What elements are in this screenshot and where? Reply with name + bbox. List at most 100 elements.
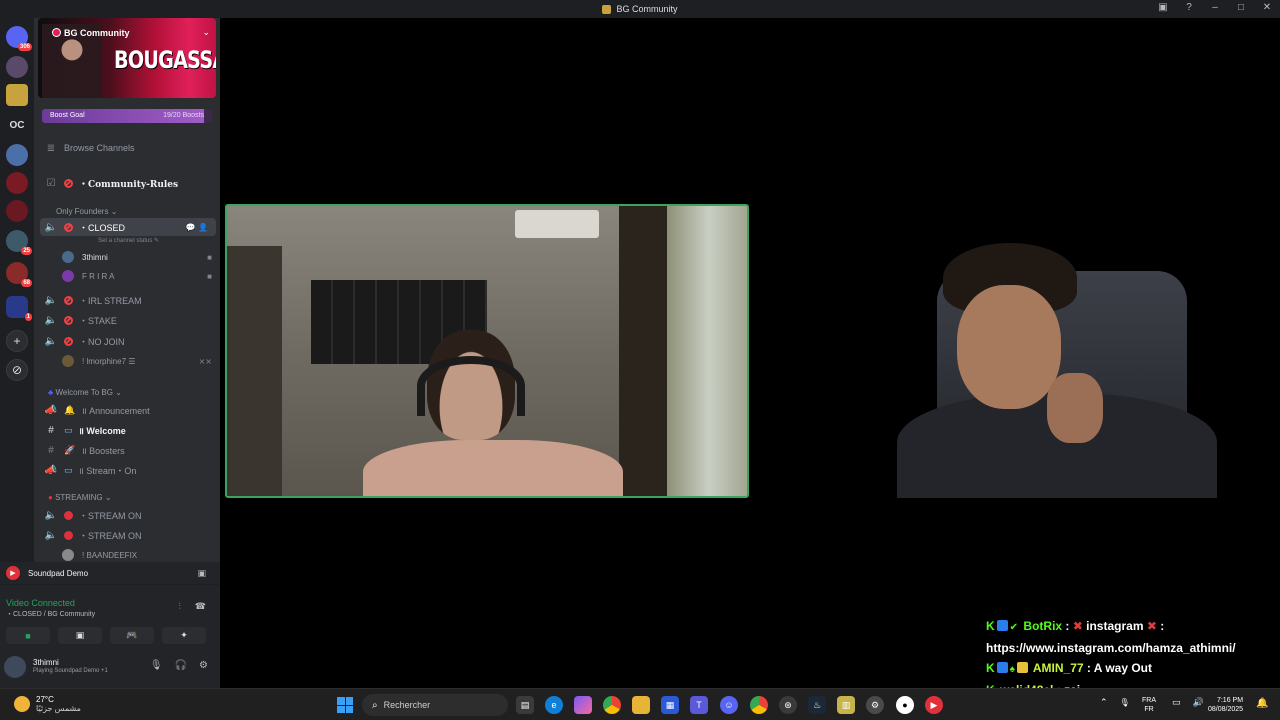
chat-message: K ✔ BotRix : ✖ instagram ✖ : — [986, 616, 1276, 638]
kick-badge-icon: K — [986, 619, 995, 633]
rocket-icon: 🚀 — [64, 444, 76, 455]
speaker-icon: 🔈 — [44, 221, 58, 233]
volume-icon[interactable]: 🔊 — [1193, 697, 1204, 708]
microphone-icon[interactable]: 🎙 — [1120, 698, 1130, 707]
camera-button[interactable]: ■ — [6, 627, 50, 644]
gear-icon[interactable]: ⚙ — [199, 660, 208, 671]
voice-status[interactable]: Video Connected — [6, 598, 75, 608]
server-icon[interactable] — [6, 172, 28, 194]
voice-member[interactable]: 3thimni ■ — [62, 248, 212, 266]
file-explorer-icon[interactable] — [632, 696, 650, 714]
edge-icon[interactable]: e — [545, 696, 563, 714]
soundboard-button[interactable]: ✦ — [162, 627, 206, 644]
microphone-icon[interactable]: 🎙 — [150, 660, 163, 671]
discover-icon[interactable]: ⊘ — [6, 359, 28, 381]
disconnect-icon[interactable]: ☎ — [195, 601, 206, 612]
soundpad-activity-bar[interactable]: ▶ Soundpad Demo ▣ — [0, 562, 220, 584]
voice-channel-link[interactable]: ・CLOSED / BG Community — [6, 609, 95, 619]
chrome-icon[interactable] — [603, 696, 621, 714]
boost-goal-label: Boost Goal — [50, 112, 85, 119]
close-button[interactable]: ✕ — [1260, 2, 1274, 13]
window-title-group: BG Community — [602, 4, 678, 14]
chevron-down-icon[interactable]: ⌄ — [202, 27, 210, 38]
voice-member[interactable]: ! lmorphine7 ☰ ⨯⨯ — [62, 352, 212, 370]
voice-channel-stake[interactable]: 🔈 ・STAKE — [34, 311, 220, 329]
store-icon[interactable]: ▦ — [661, 696, 679, 714]
voice-channel-closed[interactable]: 🔈 ・CLOSED 💬 👤 — [40, 218, 216, 236]
windows-start-icon[interactable] — [337, 697, 353, 713]
server-banner[interactable]: BG Community ⌄ BOUGASSAA — [38, 18, 216, 98]
network-icon[interactable]: ▭ — [1172, 697, 1181, 708]
no-entry-icon — [64, 315, 73, 325]
task-view-icon[interactable]: ▤ — [516, 696, 534, 714]
activities-button[interactable]: 🎮 — [110, 627, 154, 644]
add-server-icon[interactable]: + — [6, 330, 28, 352]
maximize-button[interactable]: □ — [1234, 2, 1248, 13]
screen-share-icon[interactable]: ▣ — [197, 568, 206, 579]
avatar — [62, 251, 74, 263]
browse-channels[interactable]: ≣ Browse Channels — [34, 139, 220, 157]
camera-icon: ■ — [207, 252, 212, 262]
unread-badge: 1 — [24, 313, 32, 321]
taskbar-clock[interactable]: 7:16 PM 08/08/2025 — [1208, 696, 1243, 714]
channel-announcement[interactable]: 📣 🔔 ॥ Announcement — [34, 401, 220, 419]
channel-welcome[interactable]: # ▭ ॥ Welcome — [34, 421, 220, 439]
announcement-icon: 📣 — [44, 464, 58, 476]
taskbar-search[interactable]: ⌕ Rechercher — [362, 694, 508, 716]
voice-channel-stream-on[interactable]: 🔈 ・STREAM ON — [34, 526, 220, 544]
hash-icon: # — [48, 444, 54, 456]
chevron-up-icon[interactable]: ⌃ — [1100, 697, 1108, 708]
voice-member[interactable]: F R I R A ■ — [62, 267, 212, 285]
teams-icon[interactable]: T — [690, 696, 708, 714]
video-frame-detail — [227, 246, 282, 496]
headphones-icon[interactable]: 🎧 — [175, 660, 187, 671]
soundpad-icon[interactable]: ▶ — [925, 696, 943, 714]
category-welcome-to-bg[interactable]: ♣ Welcome To BG ⌄ — [48, 388, 122, 397]
settings-icon[interactable]: ⚙ — [866, 696, 884, 714]
avatar[interactable] — [4, 656, 26, 678]
boost-goal-bar[interactable]: Boost Goal 19/20 Boosts — [42, 109, 212, 123]
cross-icon: ✖ — [1146, 619, 1157, 633]
minimize-button[interactable]: – — [1208, 2, 1222, 13]
discord-icon[interactable]: ☺ — [720, 696, 738, 714]
channel-stream-on[interactable]: 📣 ▭ ॥ Stream・On — [34, 461, 220, 479]
server-icon-oc[interactable]: OC — [6, 114, 28, 136]
red-dot-icon — [64, 510, 73, 520]
weather-widget[interactable]: 27°C مشمس جزئيًا — [14, 695, 81, 713]
server-icon[interactable] — [6, 200, 28, 222]
server-folder-icon[interactable]: 1 — [6, 296, 32, 321]
server-icon[interactable] — [6, 84, 28, 106]
server-icon[interactable] — [6, 144, 28, 166]
notifications-icon[interactable]: 🔔 — [1256, 698, 1268, 709]
boost-count: 19/20 Boosts — [163, 112, 204, 119]
unread-badge: 68 — [21, 279, 32, 287]
category-streaming[interactable]: ● STREAMING ⌄ — [48, 493, 112, 502]
help-icon[interactable]: ? — [1182, 2, 1196, 13]
app-icon[interactable]: ▥ — [837, 696, 855, 714]
input-language[interactable]: FRA FR — [1142, 696, 1156, 714]
chrome-profile-icon[interactable] — [750, 696, 768, 714]
inbox-icon[interactable]: ▣ — [1156, 2, 1170, 13]
noise-suppression-icon[interactable]: ⫶ — [179, 601, 181, 612]
server-icon[interactable]: 25 — [6, 230, 32, 255]
app-icon[interactable]: ⊛ — [779, 696, 797, 714]
channel-community-rules[interactable]: ☑ ・Community-Rules — [34, 174, 220, 192]
channel-boosters[interactable]: # 🚀 ॥ Boosters — [34, 441, 220, 459]
steam-icon[interactable]: ♨ — [808, 696, 826, 714]
voice-channel-stream-on[interactable]: 🔈 ・STREAM ON — [34, 506, 220, 524]
channel-status[interactable]: Set a channel status ✎ — [98, 237, 159, 244]
obs-icon[interactable]: ● — [896, 696, 914, 714]
voice-channel-irl-stream[interactable]: 🔈 ・IRL STREAM — [34, 291, 220, 309]
direct-messages-icon[interactable]: 306 — [6, 26, 32, 51]
screen-share-button[interactable]: ▣ — [58, 627, 102, 644]
server-icon[interactable] — [6, 56, 28, 78]
copilot-icon[interactable] — [574, 696, 592, 714]
video-person — [363, 316, 623, 496]
voice-channel-no-join[interactable]: 🔈 ・NO JOIN — [34, 332, 220, 350]
channel-chat-icon[interactable]: 💬 👤 — [186, 223, 208, 232]
play-icon: ▶ — [6, 566, 20, 580]
server-icon[interactable]: 68 — [6, 262, 32, 287]
username[interactable]: 3thimni — [33, 658, 59, 667]
video-tile-speaking[interactable] — [225, 204, 749, 498]
category-only-founders[interactable]: Only Founders ⌄ — [56, 207, 117, 216]
